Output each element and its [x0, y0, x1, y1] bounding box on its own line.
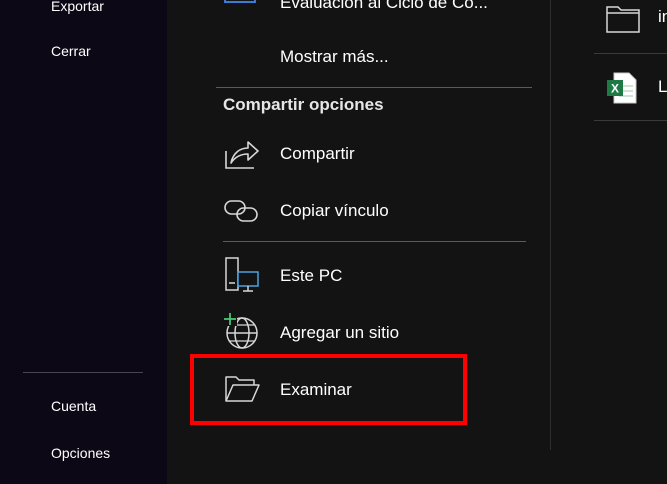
file-list-item[interactable]: X L	[594, 55, 667, 121]
sidebar-item-close[interactable]: Cerrar	[51, 42, 91, 60]
highlight-box	[190, 354, 467, 425]
share-icon	[225, 141, 259, 169]
show-more-link[interactable]: Mostrar más...	[280, 46, 389, 68]
pane-divider	[550, 0, 551, 450]
folder-list-label: in	[658, 7, 667, 26]
folder-list-item[interactable]: in	[594, 0, 667, 54]
right-divider	[594, 53, 667, 54]
section-divider	[216, 87, 532, 88]
copy-link-label: Copiar vínculo	[280, 201, 389, 220]
word-doc-icon	[224, 0, 256, 3]
sidebar-divider	[23, 372, 143, 373]
globe-add-icon	[223, 312, 258, 349]
sidebar-item-account[interactable]: Cuenta	[51, 397, 96, 415]
locations-divider	[223, 241, 526, 242]
this-pc-label: Este PC	[280, 266, 343, 285]
right-divider-2	[594, 120, 667, 121]
excel-file-icon: X	[607, 72, 637, 104]
computer-icon	[225, 257, 259, 292]
sidebar-item-export[interactable]: Exportar	[51, 0, 104, 15]
sidebar-item-options[interactable]: Opciones	[51, 444, 110, 462]
recent-location-label: Evaluación al Ciclo de Co...	[280, 0, 488, 12]
backstage-sidebar: Exportar Cerrar Cuenta Opciones	[0, 0, 167, 484]
save-as-pane: Evaluación al Ciclo de Co... Mostrar más…	[167, 0, 667, 484]
add-place-label: Agregar un sitio	[280, 323, 400, 342]
link-icon	[224, 200, 258, 222]
file-list-label: L	[658, 77, 667, 96]
svg-text:X: X	[611, 82, 619, 96]
share-label: Compartir	[280, 144, 355, 163]
share-options-heading: Compartir opciones	[223, 95, 384, 114]
folder-icon	[606, 6, 640, 33]
